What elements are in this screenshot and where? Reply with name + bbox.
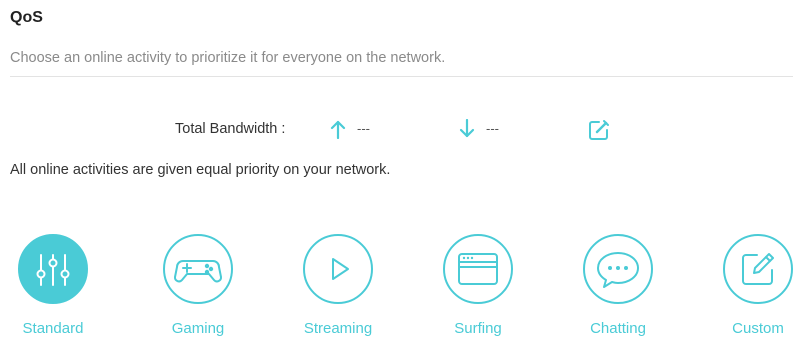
gamepad-icon (174, 260, 222, 283)
page-subtitle: Choose an online activity to prioritize … (10, 50, 446, 66)
chat-bubble-icon (597, 252, 639, 288)
edit-square-icon (742, 253, 774, 285)
browser-window-icon (458, 253, 498, 285)
activity-chatting-circle (583, 234, 653, 304)
activity-label: Gaming (171, 320, 225, 337)
play-icon (332, 258, 349, 280)
activity-custom[interactable]: Custom (703, 234, 793, 338)
activity-chatting[interactable]: Chatting (563, 234, 673, 338)
activity-label: Custom (732, 320, 784, 337)
activity-label: Chatting (590, 320, 646, 337)
arrow-up-icon (330, 119, 346, 139)
page-title: QoS (10, 9, 43, 26)
activity-standard[interactable]: Standard (0, 234, 108, 338)
activity-label: Standard (22, 320, 84, 337)
activity-label: Streaming (303, 320, 373, 337)
equalizer-icon (36, 254, 70, 286)
priority-message: All online activities are given equal pr… (10, 162, 391, 178)
upload-bandwidth-value: --- (357, 121, 370, 136)
edit-bandwidth-icon[interactable] (587, 118, 611, 142)
activity-label: Surfing (454, 320, 502, 337)
download-bandwidth-value: --- (486, 121, 499, 136)
activity-gaming-circle (163, 234, 233, 304)
bandwidth-row: Total Bandwidth : --- --- (0, 118, 793, 142)
activity-streaming[interactable]: Streaming (283, 234, 393, 338)
arrow-down-icon (459, 119, 475, 139)
activity-surfing[interactable]: Surfing (423, 234, 533, 338)
activity-streaming-circle (303, 234, 373, 304)
activity-custom-circle (723, 234, 793, 304)
header-divider (10, 76, 793, 77)
activity-gaming[interactable]: Gaming (143, 234, 253, 338)
activity-standard-circle (18, 234, 88, 304)
activity-surfing-circle (443, 234, 513, 304)
bandwidth-label: Total Bandwidth : (175, 121, 286, 137)
